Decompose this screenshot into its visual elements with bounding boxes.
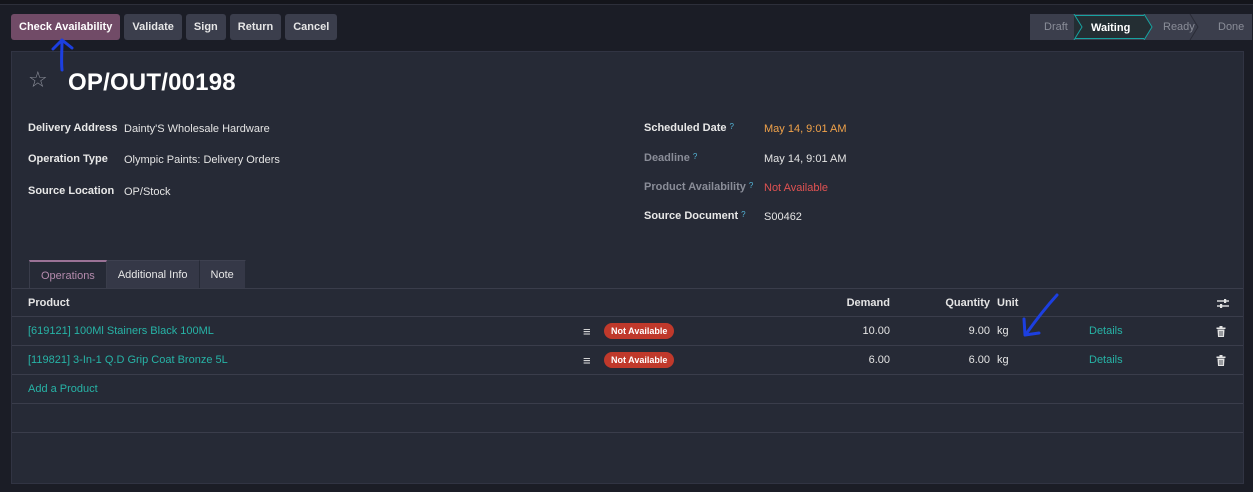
unit-cell[interactable]: kg: [997, 346, 1009, 375]
source-location-label: Source Location: [28, 185, 115, 197]
source-document-value[interactable]: S00462: [764, 211, 802, 223]
operation-type-value[interactable]: Olympic Paints: Delivery Orders: [124, 154, 280, 166]
stage-done[interactable]: Done: [1201, 15, 1251, 39]
quantity-cell[interactable]: 9.00: [932, 317, 990, 346]
sliders-icon[interactable]: [1217, 298, 1229, 310]
trash-icon[interactable]: [1216, 355, 1226, 367]
product-availability-field: Product Availability?: [644, 181, 753, 193]
deadline-field: Deadline?: [644, 152, 697, 164]
unit-cell[interactable]: kg: [997, 317, 1009, 346]
sign-button[interactable]: Sign: [185, 14, 226, 40]
scheduled-date-value[interactable]: May 14, 9:01 AM: [764, 123, 847, 135]
notebook-tabs: Operations Additional Info Note: [29, 260, 246, 288]
deadline-value[interactable]: May 14, 9:01 AM: [764, 153, 847, 165]
table-row[interactable]: [119821] 3-In-1 Q.D Grip Coat Bronze 5L …: [12, 346, 1243, 375]
product-availability-value: Not Available: [764, 182, 829, 194]
annotation-arrow-down: [1022, 293, 1059, 337]
tab-operations[interactable]: Operations: [29, 260, 107, 288]
record-title: OP/OUT/00198: [68, 69, 236, 96]
source-document-field: Source Document?: [644, 210, 746, 222]
annotation-arrow-up: [51, 38, 74, 72]
star-icon[interactable]: ☆: [28, 68, 48, 92]
deadline-label: Deadline: [644, 152, 690, 164]
product-link[interactable]: [119821] 3-In-1 Q.D Grip Coat Bronze 5L: [28, 346, 228, 375]
tab-additional-info[interactable]: Additional Info: [106, 260, 200, 288]
validate-button[interactable]: Validate: [124, 14, 182, 40]
scheduled-date-field: Scheduled Date?: [644, 122, 734, 134]
return-button[interactable]: Return: [229, 14, 282, 40]
delivery-address-label: Delivery Address: [28, 122, 118, 134]
help-icon[interactable]: ?: [730, 122, 734, 131]
details-link[interactable]: Details: [1089, 346, 1123, 375]
availability-badge-cell: Not Available: [604, 317, 675, 346]
hamburger-icon[interactable]: ≡: [583, 317, 591, 346]
source-document-label: Source Document: [644, 210, 739, 222]
help-icon[interactable]: ?: [749, 181, 753, 190]
trash-icon[interactable]: [1216, 326, 1226, 338]
top-edge: [0, 0, 1253, 5]
details-link[interactable]: Details: [1089, 317, 1123, 346]
scheduled-date-label: Scheduled Date: [644, 122, 727, 134]
stage-ready[interactable]: Ready: [1145, 15, 1201, 39]
empty-row: [12, 404, 1243, 433]
help-icon[interactable]: ?: [693, 152, 697, 161]
quantity-column-header[interactable]: Quantity: [932, 289, 990, 318]
operation-type-label: Operation Type: [28, 153, 108, 165]
cancel-button[interactable]: Cancel: [285, 14, 338, 40]
product-link[interactable]: [619121] 100Ml Stainers Black 100ML: [28, 317, 214, 346]
demand-cell[interactable]: 10.00: [832, 317, 890, 346]
status-bar: Draft Waiting Ready Done: [1030, 14, 1252, 40]
form-sheet: ☆ OP/OUT/00198 Delivery Address Dainty'S…: [11, 51, 1244, 484]
demand-cell[interactable]: 6.00: [832, 346, 890, 375]
product-availability-label: Product Availability: [644, 181, 746, 193]
add-product-link[interactable]: Add a Product: [28, 375, 98, 404]
quantity-cell[interactable]: 6.00: [932, 346, 990, 375]
stage-draft[interactable]: Draft: [1031, 15, 1075, 39]
help-icon[interactable]: ?: [741, 210, 745, 219]
hamburger-icon[interactable]: ≡: [583, 346, 591, 375]
source-location-value[interactable]: OP/Stock: [124, 186, 170, 198]
delivery-address-value[interactable]: Dainty'S Wholesale Hardware: [124, 123, 270, 135]
status-badge: Not Available: [604, 352, 675, 369]
add-line-row: Add a Product: [12, 375, 1243, 404]
stage-waiting[interactable]: Waiting: [1075, 15, 1145, 39]
product-column-header[interactable]: Product: [28, 289, 70, 318]
availability-badge-cell: Not Available: [604, 346, 675, 375]
status-badge: Not Available: [604, 323, 675, 340]
demand-column-header[interactable]: Demand: [832, 289, 890, 318]
tab-note[interactable]: Note: [199, 260, 246, 288]
